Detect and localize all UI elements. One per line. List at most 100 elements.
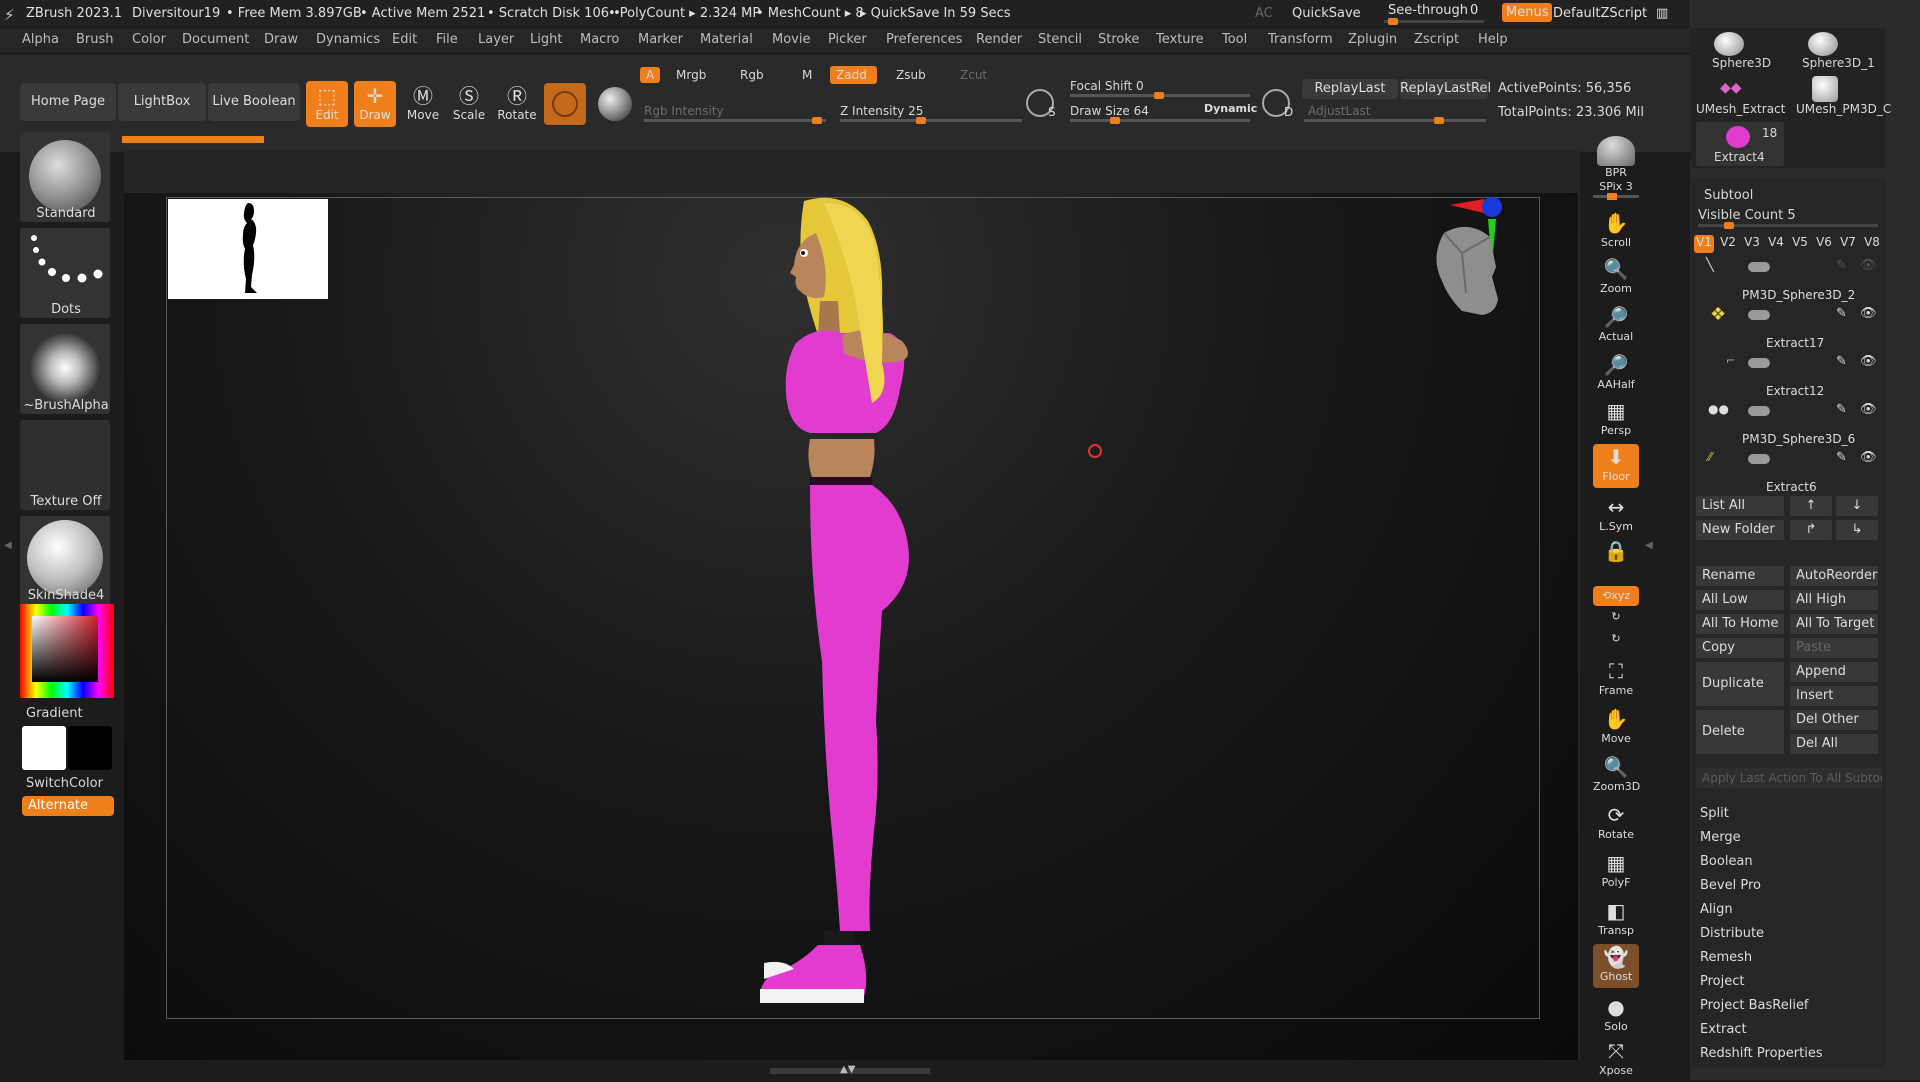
- eye-icon[interactable]: 👁: [1860, 402, 1877, 417]
- sphere3d-1-thumb-icon[interactable]: [1808, 32, 1838, 56]
- lsym-button[interactable]: ↔ L.Sym: [1593, 494, 1639, 538]
- rgb-toggle[interactable]: Rgb: [740, 68, 764, 82]
- right-collapse-icon[interactable]: ◀: [1645, 540, 1653, 551]
- a-toggle[interactable]: A: [640, 67, 661, 83]
- menu-zplugin[interactable]: Zplugin: [1348, 32, 1397, 47]
- all-to-home-button[interactable]: All To Home: [1696, 614, 1784, 634]
- boolean-section[interactable]: Boolean: [1700, 854, 1753, 869]
- zoom-button[interactable]: 🔍 Zoom: [1593, 256, 1639, 300]
- v5-tab[interactable]: V5: [1790, 235, 1810, 253]
- v7-tab[interactable]: V7: [1838, 235, 1858, 253]
- brush-icon[interactable]: ✎: [1836, 354, 1847, 369]
- frame-button[interactable]: ⛶ Frame: [1593, 658, 1639, 702]
- z-intensity-slider[interactable]: [840, 117, 1022, 124]
- bpr-button[interactable]: BPR: [1593, 136, 1639, 180]
- autoreorder-button[interactable]: AutoReorder: [1790, 566, 1878, 586]
- zsub-toggle[interactable]: Zsub: [896, 68, 926, 82]
- m-toggle[interactable]: M: [802, 68, 812, 82]
- umesh-pm3d-thumb-icon[interactable]: [1812, 76, 1838, 102]
- v6-tab[interactable]: V6: [1814, 235, 1834, 253]
- subtool-row[interactable]: ⁄⁄ ✎ 👁: [1696, 448, 1884, 476]
- move-up-icon[interactable]: ↑: [1790, 496, 1832, 516]
- extract4-thumb[interactable]: 18 Extract4: [1696, 122, 1784, 166]
- subtool-row[interactable]: ●● ✎ 👁: [1696, 400, 1884, 428]
- aahalf-button[interactable]: 🔎 AAHalf: [1593, 352, 1639, 396]
- subtool-name[interactable]: Extract6: [1766, 480, 1817, 494]
- lock-button[interactable]: 🔒: [1593, 538, 1639, 582]
- main-color-swatch[interactable]: [22, 726, 66, 770]
- v2-tab[interactable]: V2: [1718, 235, 1738, 253]
- alternate-button[interactable]: Alternate: [22, 796, 114, 816]
- menu-file[interactable]: File: [436, 32, 458, 47]
- remesh-section[interactable]: Remesh: [1700, 950, 1752, 965]
- move-down-icon[interactable]: ↓: [1836, 496, 1878, 516]
- navigator-thumbnail[interactable]: [168, 199, 328, 299]
- menu-texture[interactable]: Texture: [1156, 32, 1204, 47]
- project-basrelief-section[interactable]: Project BasRelief: [1700, 998, 1809, 1013]
- copy-button[interactable]: Copy: [1696, 638, 1784, 658]
- xpose-button[interactable]: ⤧ Xpose: [1593, 1038, 1639, 1082]
- xyz-button[interactable]: ⟲xyz: [1593, 586, 1639, 606]
- subtool-name[interactable]: PM3D_Sphere3D_6: [1742, 432, 1855, 446]
- replay-last-rel-button[interactable]: ReplayLastRel: [1400, 79, 1491, 99]
- apply-last-action-button[interactable]: Apply Last Action To All Subtoo: [1696, 768, 1882, 788]
- move-out-icon[interactable]: ↳: [1836, 520, 1878, 540]
- align-section[interactable]: Align: [1700, 902, 1733, 917]
- floor-button[interactable]: ⬇ Floor: [1593, 444, 1639, 488]
- brush-material-button[interactable]: [544, 83, 586, 125]
- sphere3d-thumb-icon[interactable]: [1714, 32, 1744, 56]
- menu-zscript[interactable]: Zscript: [1414, 32, 1459, 47]
- menu-preferences[interactable]: Preferences: [886, 32, 962, 47]
- menu-stencil[interactable]: Stencil: [1038, 32, 1082, 47]
- merge-section[interactable]: Merge: [1700, 830, 1741, 845]
- menu-tool[interactable]: Tool: [1222, 32, 1247, 47]
- mrgb-toggle[interactable]: Mrgb: [676, 68, 706, 82]
- rotate-z-button[interactable]: ↻: [1593, 632, 1639, 652]
- umesh-extract-thumb-icon[interactable]: ◆◆: [1720, 80, 1750, 100]
- transp-button[interactable]: ◧ Transp: [1593, 898, 1639, 942]
- menu-draw[interactable]: Draw: [264, 32, 298, 47]
- v8-tab[interactable]: V8: [1862, 235, 1882, 253]
- rotate-button[interactable]: Ⓡ Rotate: [496, 81, 538, 127]
- duplicate-button[interactable]: Duplicate: [1696, 662, 1784, 706]
- menu-layer[interactable]: Layer: [478, 32, 514, 47]
- brush-icon[interactable]: ✎: [1836, 306, 1847, 321]
- menu-document[interactable]: Document: [182, 32, 249, 47]
- brush-icon[interactable]: ✎: [1836, 402, 1847, 417]
- menu-stroke[interactable]: Stroke: [1098, 32, 1139, 47]
- v1-tab[interactable]: V1: [1694, 235, 1714, 253]
- move-button[interactable]: Ⓜ Move: [402, 81, 444, 127]
- list-all-button[interactable]: List All: [1696, 496, 1784, 516]
- subtool-row[interactable]: ╲ ✎ 👁: [1696, 258, 1884, 286]
- default-zscript[interactable]: DefaultZScript: [1553, 6, 1647, 21]
- bevel-pro-section[interactable]: Bevel Pro: [1700, 878, 1761, 893]
- move-view-button[interactable]: ✋ Move: [1593, 706, 1639, 750]
- actual-button[interactable]: 🔎 Actual: [1593, 304, 1639, 348]
- character-model[interactable]: [724, 193, 984, 1053]
- draw-button[interactable]: ✛ Draw: [354, 81, 396, 127]
- menu-color[interactable]: Color: [132, 32, 166, 47]
- draw-size-slider[interactable]: [1070, 117, 1250, 124]
- color-picker[interactable]: [20, 604, 114, 698]
- visible-count-slider[interactable]: [1698, 222, 1878, 229]
- layout-icon[interactable]: ▥: [1656, 6, 1668, 21]
- view-gizmo[interactable]: [1404, 193, 1544, 353]
- ghost-button[interactable]: 👻 Ghost: [1593, 944, 1639, 988]
- subtool-title[interactable]: Subtool: [1704, 188, 1753, 203]
- all-to-target-button[interactable]: All To Target: [1790, 614, 1878, 634]
- toggle-icon[interactable]: [1748, 262, 1770, 272]
- distribute-section[interactable]: Distribute: [1700, 926, 1764, 941]
- switchcolor-button[interactable]: SwitchColor: [26, 776, 103, 791]
- toggle-icon[interactable]: [1748, 310, 1770, 320]
- paste-button[interactable]: Paste: [1790, 638, 1878, 658]
- project-section[interactable]: Project: [1700, 974, 1744, 989]
- eye-icon[interactable]: 👁: [1860, 450, 1877, 465]
- dynamic-toggle[interactable]: Dynamic: [1204, 102, 1257, 115]
- secondary-color-swatch[interactable]: [68, 726, 112, 770]
- insert-button[interactable]: Insert: [1790, 686, 1878, 706]
- edit-button[interactable]: ⬚ Edit: [306, 81, 348, 127]
- menu-edit[interactable]: Edit: [392, 32, 417, 47]
- replay-last-button[interactable]: ReplayLast: [1302, 79, 1398, 99]
- split-section[interactable]: Split: [1700, 806, 1729, 821]
- rotate-y-button[interactable]: ↻: [1593, 610, 1639, 630]
